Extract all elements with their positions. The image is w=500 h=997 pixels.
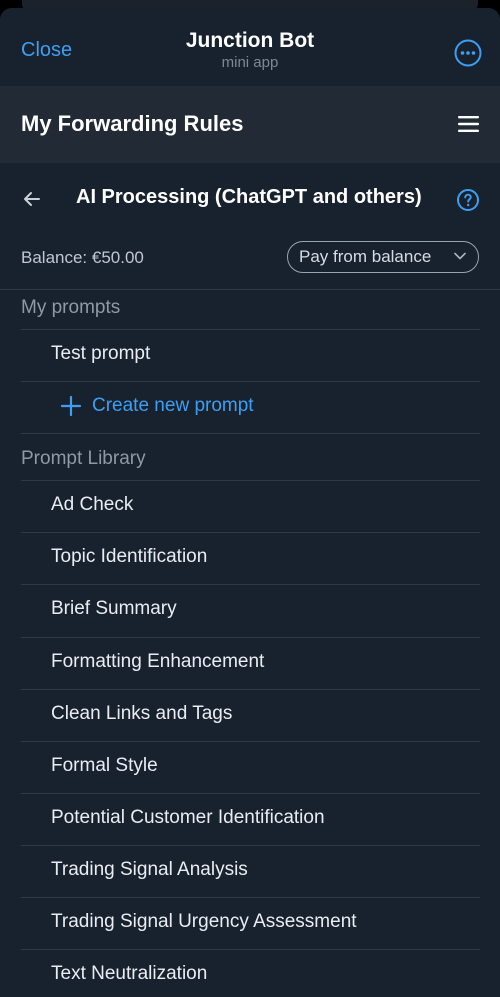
telegram-header: Close Junction Bot mini app <box>0 8 500 86</box>
library-item-trading-signal-urgency-assessment[interactable]: Trading Signal Urgency Assessment <box>21 897 480 949</box>
library-item-formal-style[interactable]: Formal Style <box>21 741 480 793</box>
prompt-library-heading: Prompt Library <box>21 448 146 469</box>
divider <box>0 289 500 290</box>
divider <box>21 897 480 898</box>
section-header: AI Processing (ChatGPT and others) <box>0 163 500 233</box>
bot-subtitle: mini app <box>221 54 279 71</box>
list-item-label: Text Neutralization <box>51 963 208 984</box>
list-item-label: Clean Links and Tags <box>51 703 233 724</box>
hamburger-menu-icon <box>458 116 479 132</box>
library-item-formatting-enhancement[interactable]: Formatting Enhancement <box>21 637 480 689</box>
divider <box>21 584 480 585</box>
bot-title: Junction Bot <box>185 29 315 52</box>
list-item-label: Ad Check <box>51 494 134 515</box>
divider <box>21 381 480 382</box>
library-item-topic-identification[interactable]: Topic Identification <box>21 532 480 584</box>
list-item-label: Formatting Enhancement <box>51 651 265 672</box>
divider <box>21 741 480 742</box>
balance-amount: Balance: €50.00 <box>21 248 144 267</box>
list-item-label: Trading Signal Urgency Assessment <box>51 911 357 932</box>
my-prompts-heading: My prompts <box>21 297 121 318</box>
create-prompt-label: Create new prompt <box>92 395 254 416</box>
plus-icon <box>60 395 82 417</box>
divider <box>21 480 480 481</box>
create-prompt-button[interactable]: Create new prompt <box>21 381 480 433</box>
list-item-label: Topic Identification <box>51 546 208 567</box>
payment-method-value: Pay from balance <box>299 247 432 266</box>
divider <box>21 532 480 533</box>
list-item-label: Test prompt <box>51 343 151 364</box>
list-item-label: Brief Summary <box>51 598 177 619</box>
question-circle-icon <box>457 189 479 211</box>
menu-button[interactable] <box>456 114 482 134</box>
ellipsis-circle-icon <box>454 39 482 67</box>
page-header: My Forwarding Rules <box>0 86 500 163</box>
help-button[interactable] <box>456 188 480 212</box>
payment-method-select[interactable]: Pay from balance <box>287 241 479 273</box>
arrow-left-icon <box>24 192 40 206</box>
divider <box>21 845 480 846</box>
mini-app-window: Close Junction Bot mini app My Forwardin… <box>0 8 500 997</box>
balance-row: Balance: €50.00 Pay from balance <box>0 233 500 289</box>
list-item-label: Trading Signal Analysis <box>51 859 248 880</box>
bot-title-block: Junction Bot mini app <box>0 28 500 72</box>
chevron-down-icon <box>454 252 466 260</box>
library-item-clean-links-and-tags[interactable]: Clean Links and Tags <box>21 689 480 741</box>
divider <box>21 637 480 638</box>
my-prompt-item[interactable]: Test prompt <box>21 329 480 381</box>
divider <box>21 793 480 794</box>
page-title: My Forwarding Rules <box>21 111 244 136</box>
divider <box>21 689 480 690</box>
list-item-label: Formal Style <box>51 755 158 776</box>
section-title: AI Processing (ChatGPT and others) <box>76 186 422 208</box>
library-item-trading-signal-analysis[interactable]: Trading Signal Analysis <box>21 845 480 897</box>
divider <box>21 433 480 434</box>
library-item-potential-customer-identification[interactable]: Potential Customer Identification <box>21 793 480 845</box>
divider <box>21 329 480 330</box>
library-item-brief-summary[interactable]: Brief Summary <box>21 584 480 636</box>
list-item-label: Potential Customer Identification <box>51 807 325 828</box>
back-button[interactable] <box>20 187 44 211</box>
divider <box>21 949 480 950</box>
library-item-ad-check[interactable]: Ad Check <box>21 480 480 532</box>
library-item-text-neutralization[interactable]: Text Neutralization <box>21 949 480 997</box>
more-options-button[interactable] <box>453 38 483 68</box>
